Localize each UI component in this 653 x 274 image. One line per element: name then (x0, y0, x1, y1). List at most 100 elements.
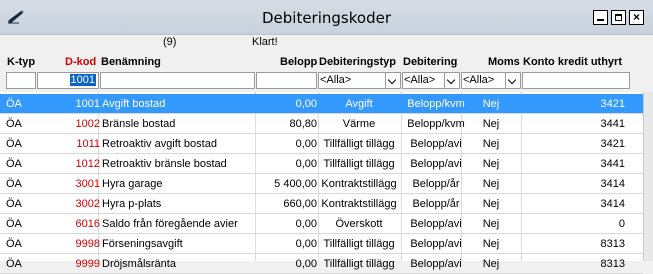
cell-benamning: Dröjsmålsränta (102, 258, 176, 270)
cell-debiteringstyp: Tillfälligt tillägg (323, 238, 395, 250)
col-header-belopp[interactable]: Belopp (280, 56, 317, 68)
cell-debitering: Belopp/kvm (407, 98, 465, 110)
cell-benamning: Retroaktiv avgift bostad (102, 138, 217, 150)
cell-moms: Nej (482, 238, 500, 250)
cell-belopp: 5 400,00 (274, 178, 317, 190)
cell-debiteringstyp: Kontraktstillägg (321, 198, 397, 210)
filter-debitering-select[interactable]: <Alla> (402, 72, 460, 89)
filter-debiteringstyp-select[interactable]: <Alla> (318, 72, 401, 89)
table-row[interactable]: ÖA 3002 Hyra p-plats 660,00 Kontraktstillägg… (0, 194, 643, 214)
cell-debitering: Belopp/avi (410, 258, 462, 270)
cell-debitering: Belopp/kvm (407, 118, 465, 130)
cell-dkod: 9999 (75, 258, 100, 270)
filter-benamning-input[interactable] (100, 72, 255, 89)
cell-ktyp: ÖA (6, 138, 22, 150)
cell-konto: 3441 (600, 158, 625, 170)
cell-ktyp: ÖA (6, 178, 22, 190)
col-header-dkod[interactable]: D-kod (65, 56, 96, 68)
filter-belopp-input[interactable] (256, 72, 317, 89)
cell-konto: 8313 (600, 238, 625, 250)
cell-moms: Nej (482, 178, 500, 190)
col-header-benamning[interactable]: Benämning (101, 56, 161, 68)
status-text: Klart! (252, 36, 278, 48)
cell-debitering: Belopp/avi (410, 138, 462, 150)
chevron-down-icon[interactable] (444, 73, 459, 88)
cell-belopp: 0,00 (295, 238, 317, 250)
cell-benamning: Bränsle bostad (102, 118, 176, 130)
cell-moms: Nej (482, 198, 500, 210)
cell-debiteringstyp: Överskott (335, 218, 383, 230)
cell-konto: 8313 (600, 258, 625, 270)
table-row[interactable]: ÖA 3001 Hyra garage 5 400,00 Kontraktstilläg… (0, 174, 643, 194)
col-header-debitering[interactable]: Debitering (403, 56, 457, 68)
cell-dkod: 1002 (75, 118, 100, 130)
cell-ktyp: ÖA (6, 98, 22, 110)
cell-konto: 3421 (600, 138, 625, 150)
cell-belopp: 0,00 (295, 158, 317, 170)
cell-benamning: Hyra p-plats (102, 198, 162, 210)
chevron-down-icon[interactable] (385, 73, 400, 88)
cell-konto: 3441 (600, 118, 625, 130)
cell-benamning: Avgift bostad (102, 98, 166, 110)
filter-debitering-value: <Alla> (404, 74, 436, 86)
close-icon: × (632, 10, 640, 24)
cell-konto: 3421 (600, 98, 625, 110)
cell-debitering: Belopp/avi (410, 218, 462, 230)
table-row[interactable]: ÖA 6016 Saldo från föregående avier 0,00 Öve… (0, 214, 643, 234)
col-header-moms[interactable]: Moms (488, 56, 520, 68)
filter-konto-input[interactable] (522, 72, 630, 89)
cell-benamning: Retroaktiv bränsle bostad (102, 158, 227, 170)
filter-dkod-input[interactable]: 1001 (37, 72, 99, 89)
cell-debitering: Belopp/år (412, 178, 460, 190)
cell-benamning: Förseningsavgift (102, 238, 183, 250)
cell-moms: Nej (482, 98, 500, 110)
cell-debitering: Belopp/år (412, 198, 460, 210)
cell-moms: Nej (482, 138, 500, 150)
table-row[interactable]: ÖA 1001 Avgift bostad 0,00 Avgift Belopp/kvm N… (0, 94, 643, 114)
cell-debiteringstyp: Värme (342, 118, 376, 130)
cell-debiteringstyp: Avgift (345, 98, 373, 110)
data-grid: ÖA 1001 Avgift bostad 0,00 Avgift Belopp/kvm N… (0, 92, 653, 274)
cell-ktyp: ÖA (6, 218, 22, 230)
cell-benamning: Hyra garage (102, 178, 163, 190)
column-header-row: K-typ D-kod Benämning Belopp Debiterings… (0, 53, 653, 71)
cell-dkod: 6016 (75, 218, 100, 230)
cell-belopp: 0,00 (295, 218, 317, 230)
cell-moms: Nej (482, 158, 500, 170)
col-header-konto[interactable]: Konto kredit uthyrt (523, 56, 622, 68)
minimize-button[interactable] (593, 10, 608, 25)
filter-ktyp-input[interactable] (6, 72, 36, 89)
filter-debiteringstyp-value: <Alla> (320, 74, 352, 86)
chevron-down-icon[interactable] (505, 73, 520, 88)
record-count: (9) (163, 36, 177, 48)
col-header-ktyp[interactable]: K-typ (7, 56, 35, 68)
cell-ktyp: ÖA (6, 258, 22, 270)
table-row[interactable]: ÖA 9998 Förseningsavgift 0,00 Tillfälligt ti… (0, 234, 643, 254)
filter-moms-value: <Alla> (463, 74, 495, 86)
cell-dkod: 1012 (75, 158, 100, 170)
cell-belopp: 0,00 (295, 98, 317, 110)
cell-ktyp: ÖA (6, 198, 22, 210)
close-button[interactable]: × (629, 10, 644, 25)
cell-konto: 0 (618, 218, 625, 230)
vertical-scrollbar[interactable] (643, 92, 653, 261)
cell-konto: 3414 (600, 178, 625, 190)
filter-moms-select[interactable]: <Alla> (461, 72, 521, 89)
filter-row: 1001 <Alla> <Alla> <Alla> (0, 72, 653, 90)
cell-moms: Nej (482, 258, 500, 270)
title-bar: Debiteringskoder × (0, 0, 653, 35)
cell-dkod: 1011 (76, 138, 100, 150)
cell-belopp: 660,00 (283, 198, 317, 210)
table-row[interactable]: ÖA 1011 Retroaktiv avgift bostad 0,00 Tillfä… (0, 134, 643, 154)
cell-ktyp: ÖA (6, 118, 22, 130)
col-header-debiteringstyp[interactable]: Debiteringstyp (319, 56, 396, 68)
cell-benamning: Saldo från föregående avier (102, 218, 238, 230)
cell-debiteringstyp: Tillfälligt tillägg (323, 158, 395, 170)
cell-dkod: 1001 (75, 98, 100, 110)
cell-debiteringstyp: Tillfälligt tillägg (323, 258, 395, 270)
window-title: Debiteringskoder (261, 9, 391, 27)
maximize-button[interactable] (611, 10, 626, 25)
table-row[interactable]: ÖA 1012 Retroaktiv bränsle bostad 0,00 Tillf… (0, 154, 643, 174)
table-row[interactable]: ÖA 1002 Bränsle bostad 80,80 Värme Belopp/kvm… (0, 114, 643, 134)
table-row[interactable]: ÖA 9999 Dröjsmålsränta 0,00 Tillfälligt till… (0, 254, 643, 274)
